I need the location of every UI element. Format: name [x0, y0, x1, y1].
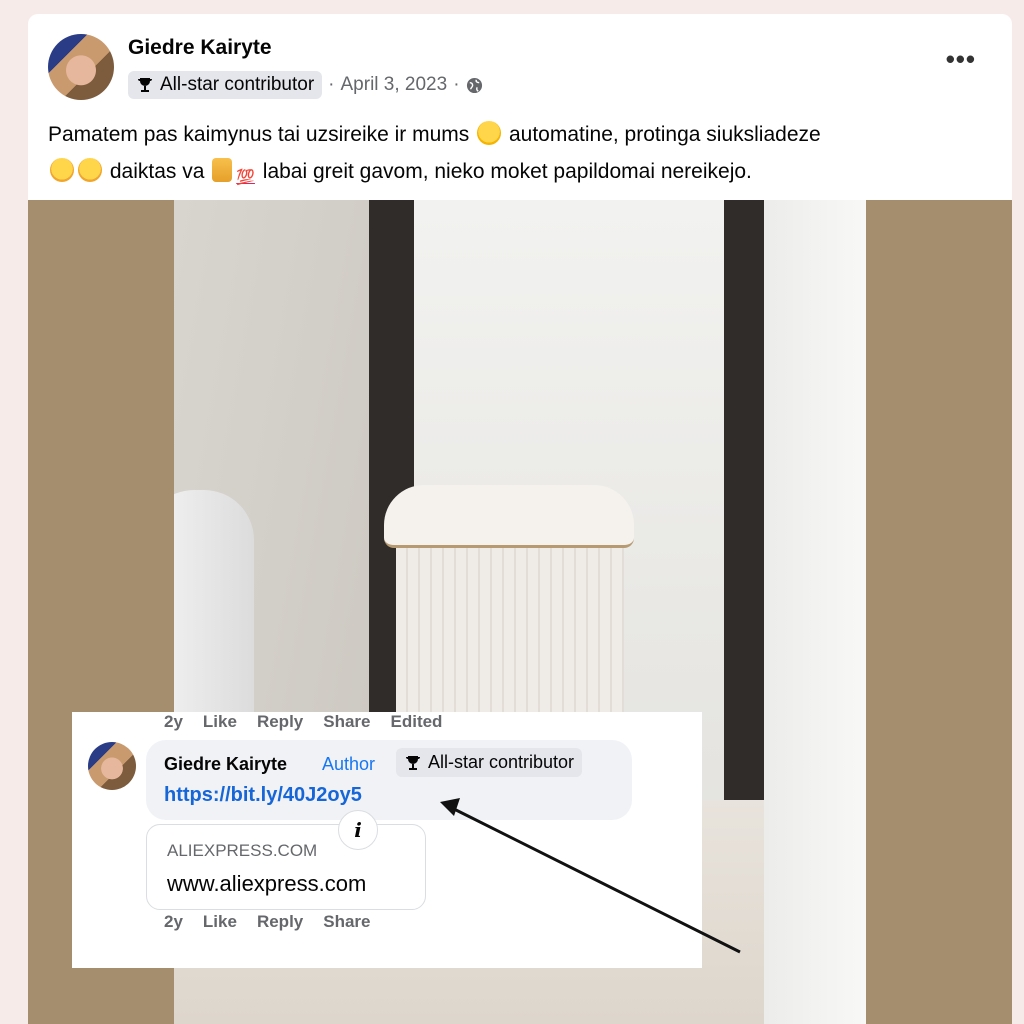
globe-icon [466, 77, 482, 93]
author-avatar[interactable] [48, 34, 114, 100]
post-text-part3: daiktas va [109, 160, 205, 183]
author-name[interactable]: Giedre Kairyte [128, 36, 272, 60]
post-text: Pamatem pas kaimynus tai uzsireike ir mu… [48, 116, 998, 196]
post-meta: All-star contributor · April 3, 2023 · [128, 69, 483, 101]
trophy-icon [138, 78, 152, 92]
more-options-button[interactable]: ••• [946, 46, 976, 72]
post-text-part2: automatine, protinga siuksliadeze [508, 123, 821, 146]
annotation-arrow-icon [440, 798, 741, 954]
meta-separator-2: · [453, 74, 460, 95]
contributor-badge[interactable]: All-star contributor [128, 71, 323, 99]
badge-label: All-star contributor [160, 74, 315, 95]
post-text-part1: Pamatem pas kaimynus tai uzsireike ir mu… [48, 123, 470, 146]
post-photo[interactable]: 2y Like Reply Share Edited Giedre Kairyt… [28, 200, 1012, 1024]
smiling-emoji-icon-2 [78, 158, 102, 182]
thumbs-up-emoji-icon [212, 158, 233, 182]
hundred-emoji-icon: 💯 [236, 169, 255, 186]
post-date[interactable]: April 3, 2023 [341, 74, 448, 96]
grinning-sweat-emoji-icon [477, 121, 502, 145]
post-text-part4: labai greit gavom, nieko moket papildoma… [262, 160, 752, 183]
post-card: Giedre Kairyte All-star contributor · Ap… [28, 14, 1012, 1024]
smiling-emoji-icon [50, 158, 74, 182]
meta-separator: · [328, 74, 335, 95]
